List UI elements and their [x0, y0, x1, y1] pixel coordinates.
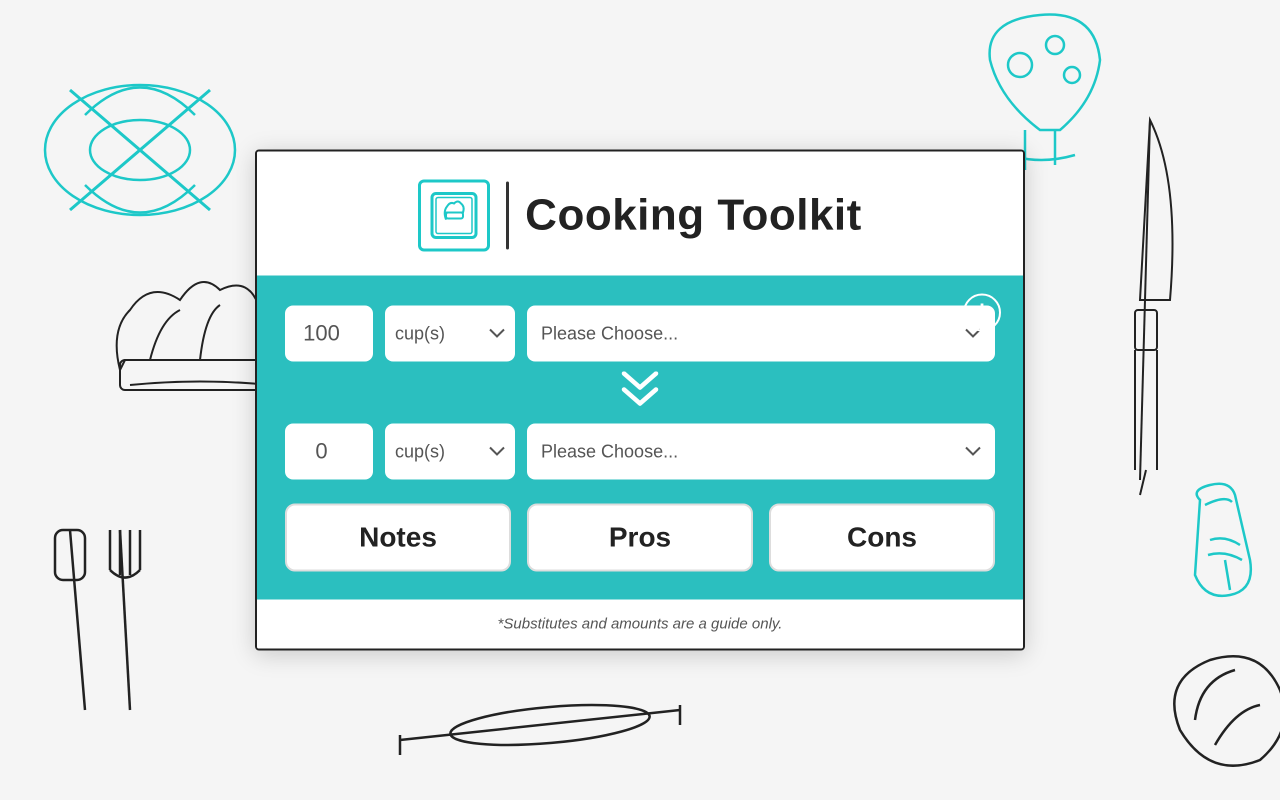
card-title: Cooking Toolkit: [525, 191, 862, 241]
logo-box: [418, 180, 490, 252]
from-unit-select[interactable]: cup(s) tbsp tsp ml litre(s) oz g kg lb: [385, 306, 515, 362]
notes-button[interactable]: Notes: [285, 504, 511, 572]
from-amount-input[interactable]: [285, 306, 373, 362]
action-buttons-row: Notes Pros Cons: [285, 504, 995, 572]
logo-icon: [428, 190, 480, 242]
double-chevron-down-icon: [618, 372, 662, 408]
info-icon: i: [979, 301, 985, 324]
to-ingredient-select[interactable]: Please Choose...: [527, 424, 995, 480]
pros-button[interactable]: Pros: [527, 504, 753, 572]
info-button[interactable]: i: [963, 294, 1001, 332]
to-amount-input[interactable]: [285, 424, 373, 480]
from-ingredient-select[interactable]: Please Choose...: [527, 306, 995, 362]
to-unit-select[interactable]: cup(s) tbsp tsp ml litre(s) oz g kg lb: [385, 424, 515, 480]
convert-arrow-container: [285, 372, 995, 408]
header-divider: [506, 182, 509, 250]
footer-note: *Substitutes and amounts are a guide onl…: [498, 616, 783, 633]
from-row: cup(s) tbsp tsp ml litre(s) oz g kg lb P…: [285, 306, 995, 362]
cons-button[interactable]: Cons: [769, 504, 995, 572]
card-header: Cooking Toolkit: [257, 152, 1023, 276]
to-row: cup(s) tbsp tsp ml litre(s) oz g kg lb P…: [285, 424, 995, 480]
card-body: i cup(s) tbsp tsp ml litre(s) oz g kg lb…: [257, 276, 1023, 600]
card-footer: *Substitutes and amounts are a guide onl…: [257, 600, 1023, 649]
main-card: Cooking Toolkit i cup(s) tbsp tsp ml lit…: [255, 150, 1025, 651]
